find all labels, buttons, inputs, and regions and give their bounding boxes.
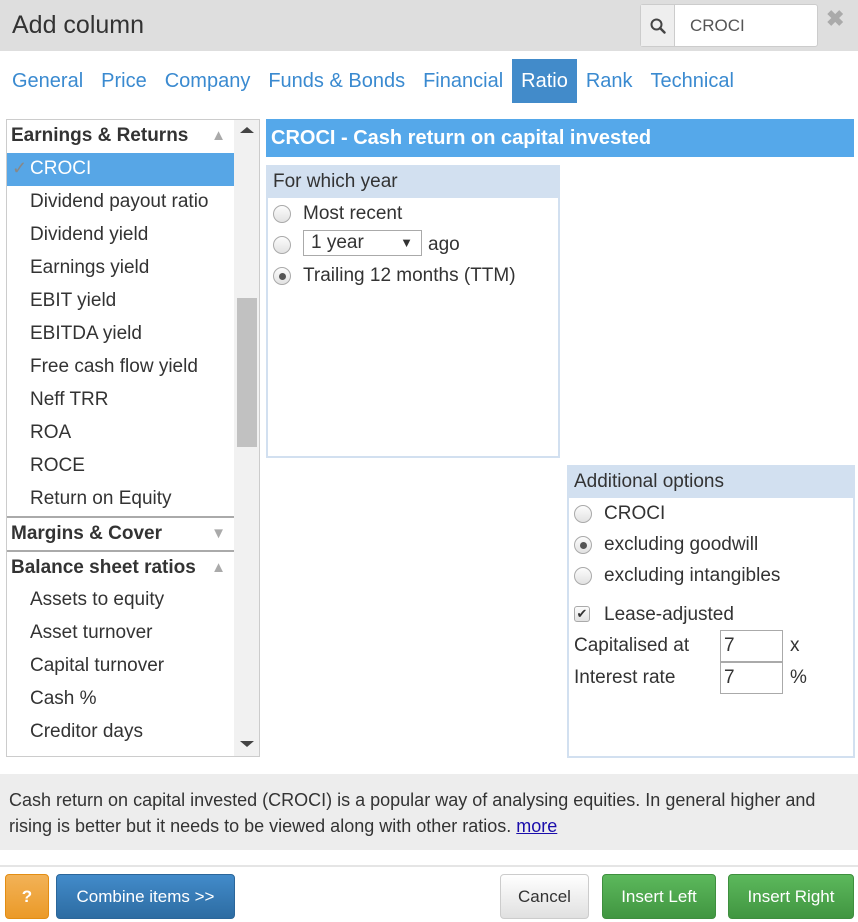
check-icon: ✓ bbox=[12, 158, 28, 178]
list-item[interactable]: Return on Equity bbox=[7, 483, 234, 516]
description-text: Cash return on capital invested (CROCI) … bbox=[9, 790, 816, 836]
list-item[interactable]: Assets to equity bbox=[7, 584, 234, 617]
list-item[interactable]: ROA bbox=[7, 417, 234, 450]
group-earnings-returns[interactable]: Earnings & Returns ▲ bbox=[7, 120, 234, 153]
collapse-arrow-icon[interactable]: ▲ bbox=[211, 120, 226, 151]
description-box: Cash return on capital invested (CROCI) … bbox=[0, 774, 858, 850]
select-value: 1 year bbox=[311, 231, 364, 253]
tab-technical[interactable]: Technical bbox=[642, 59, 743, 103]
radio-button[interactable] bbox=[574, 567, 592, 585]
column-list: Earnings & Returns ▲ ✓ CROCI Dividend pa… bbox=[6, 119, 260, 757]
radio-button[interactable] bbox=[273, 267, 291, 285]
radio-years-ago[interactable]: 1 year ▼ ago bbox=[268, 229, 558, 260]
tab-price[interactable]: Price bbox=[92, 59, 156, 103]
radio-label: excluding goodwill bbox=[604, 534, 759, 555]
tab-ratio[interactable]: Ratio bbox=[512, 59, 577, 103]
list-item[interactable]: Capital turnover bbox=[7, 650, 234, 683]
dialog-title: Add column bbox=[12, 11, 145, 39]
radio-excluding-intangibles[interactable]: excluding intangibles bbox=[569, 560, 853, 591]
list-item[interactable]: Asset turnover bbox=[7, 617, 234, 650]
list-item[interactable]: Creditor days bbox=[7, 716, 234, 749]
list-item[interactable]: Cash % bbox=[7, 683, 234, 716]
radio-ttm[interactable]: Trailing 12 months (TTM) bbox=[268, 260, 558, 291]
interest-rate-input[interactable] bbox=[720, 662, 783, 694]
combine-items-button[interactable]: Combine items >> bbox=[56, 874, 235, 919]
list-item-croci[interactable]: ✓ CROCI bbox=[7, 153, 234, 186]
list-item-label: CROCI bbox=[30, 158, 92, 179]
lease-adjusted-checkbox[interactable]: ✔ bbox=[574, 606, 590, 622]
checkbox-label: Lease-adjusted bbox=[604, 604, 734, 625]
category-tabs: General Price Company Funds & Bonds Fina… bbox=[3, 59, 743, 103]
radio-label: ago bbox=[428, 234, 460, 255]
group-label: Balance sheet ratios bbox=[11, 557, 196, 578]
radio-button[interactable] bbox=[273, 205, 291, 223]
radio-button[interactable] bbox=[574, 505, 592, 523]
tab-financial[interactable]: Financial bbox=[414, 59, 512, 103]
list-item[interactable]: ROCE bbox=[7, 450, 234, 483]
interest-rate-label: Interest rate bbox=[574, 667, 676, 688]
list-item[interactable]: EBITDA yield bbox=[7, 318, 234, 351]
list-item[interactable]: Neff TRR bbox=[7, 384, 234, 417]
year-panel-heading: For which year bbox=[268, 167, 558, 198]
radio-excluding-goodwill[interactable]: excluding goodwill bbox=[569, 529, 853, 560]
tab-funds-bonds[interactable]: Funds & Bonds bbox=[259, 59, 414, 103]
group-label: Margins & Cover bbox=[11, 523, 162, 544]
list-item[interactable]: Free cash flow yield bbox=[7, 351, 234, 384]
more-link[interactable]: more bbox=[516, 816, 557, 836]
dropdown-caret-icon: ▼ bbox=[400, 234, 413, 250]
lease-adjusted-row[interactable]: ✔ Lease-adjusted bbox=[569, 599, 853, 630]
radio-croci[interactable]: CROCI bbox=[569, 498, 853, 529]
group-margins-cover[interactable]: Margins & Cover ▼ bbox=[7, 516, 234, 550]
radio-most-recent[interactable]: Most recent bbox=[268, 198, 558, 229]
radio-label: Trailing 12 months (TTM) bbox=[303, 265, 516, 286]
detail-title: CROCI - Cash return on capital invested bbox=[266, 119, 854, 157]
capitalised-label: Capitalised at bbox=[574, 635, 690, 656]
column-list-content: Earnings & Returns ▲ ✓ CROCI Dividend pa… bbox=[7, 120, 234, 749]
tab-general[interactable]: General bbox=[3, 59, 92, 103]
radio-label: CROCI bbox=[604, 503, 666, 524]
years-ago-select[interactable]: 1 year ▼ bbox=[303, 229, 422, 256]
insert-right-button[interactable]: Insert Right bbox=[728, 874, 854, 919]
list-scrollbar[interactable] bbox=[234, 120, 259, 756]
cancel-button[interactable]: Cancel bbox=[500, 874, 589, 919]
footer-divider bbox=[0, 865, 858, 867]
dialog-header: Add column ✖ bbox=[0, 0, 858, 51]
list-item[interactable]: Earnings yield bbox=[7, 252, 234, 285]
search-icon bbox=[650, 18, 666, 34]
search-input[interactable] bbox=[675, 5, 815, 46]
help-button[interactable]: ? bbox=[5, 874, 49, 919]
list-item[interactable]: EBIT yield bbox=[7, 285, 234, 318]
group-balance-sheet-ratios[interactable]: Balance sheet ratios ▲ bbox=[7, 550, 234, 584]
radio-button[interactable] bbox=[273, 236, 291, 254]
additional-options-panel: Additional options CROCI excluding goodw… bbox=[567, 465, 855, 758]
year-panel: For which year Most recent 1 year ▼ ago … bbox=[266, 165, 560, 458]
scroll-down-icon[interactable] bbox=[240, 741, 254, 747]
radio-button[interactable] bbox=[574, 536, 592, 554]
list-item[interactable]: Dividend payout ratio bbox=[7, 186, 234, 219]
capitalised-unit: x bbox=[790, 635, 800, 656]
group-label: Earnings & Returns bbox=[11, 125, 189, 146]
scrollbar-thumb[interactable] bbox=[237, 298, 257, 447]
tab-company[interactable]: Company bbox=[156, 59, 260, 103]
radio-label: Most recent bbox=[303, 203, 403, 224]
capitalised-input[interactable] bbox=[720, 630, 783, 662]
interest-rate-unit: % bbox=[790, 667, 807, 688]
options-panel-heading: Additional options bbox=[569, 467, 853, 498]
scroll-up-icon[interactable] bbox=[240, 127, 254, 133]
search-button[interactable] bbox=[641, 5, 675, 46]
insert-left-button[interactable]: Insert Left bbox=[602, 874, 716, 919]
radio-label: excluding intangibles bbox=[604, 565, 781, 586]
capitalised-row: Capitalised at x bbox=[569, 630, 853, 662]
expand-arrow-icon[interactable]: ▼ bbox=[211, 518, 226, 549]
collapse-arrow-icon[interactable]: ▲ bbox=[211, 552, 226, 583]
tab-rank[interactable]: Rank bbox=[577, 59, 642, 103]
close-icon[interactable]: ✖ bbox=[826, 6, 844, 32]
search-box bbox=[640, 4, 818, 47]
list-item[interactable]: Dividend yield bbox=[7, 219, 234, 252]
interest-rate-row: Interest rate % bbox=[569, 662, 853, 694]
